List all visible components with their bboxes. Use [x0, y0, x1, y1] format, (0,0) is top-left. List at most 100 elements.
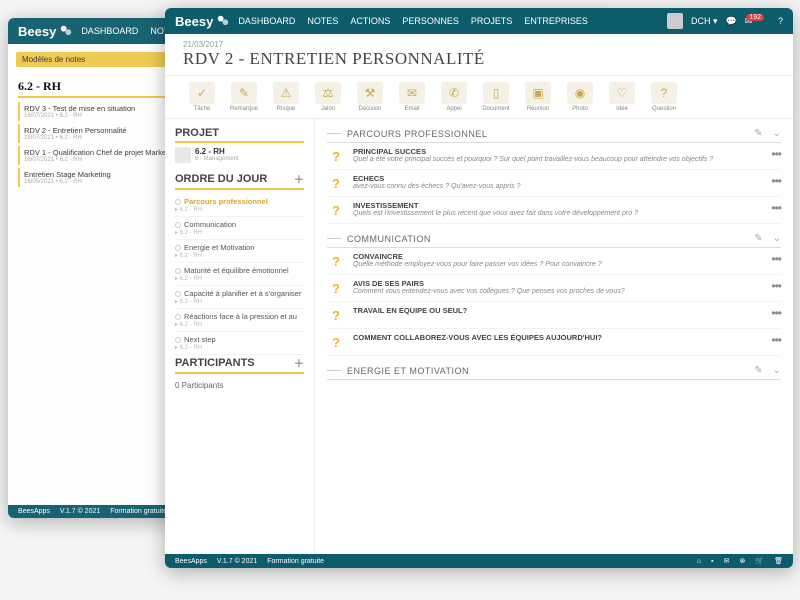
section-header: PARCOURS PROFESSIONNEL✎⌄ [327, 125, 781, 143]
add-agenda-icon[interactable]: ＋ [294, 171, 304, 186]
nav-notes[interactable]: NOTES [307, 16, 338, 26]
footer-close-icon[interactable]: ⊗ [740, 557, 746, 565]
section: COMMUNICATION✎⌄?CONVAINCREQuelle méthode… [327, 230, 781, 356]
section: PARCOURS PROFESSIONNEL✎⌄?PRINCIPAL SUCCE… [327, 125, 781, 224]
ordre-heading: ORDRE DU JOUR＋ [175, 171, 304, 190]
sidebar: PROJET 6.2 - RH6 - Management ORDRE DU J… [165, 119, 315, 554]
tool-document[interactable]: ▯Document [477, 82, 515, 112]
notification-badge: 192 [746, 14, 764, 21]
participants-heading: PARTICIPANTS＋ [175, 355, 304, 374]
nav-entreprises[interactable]: ENTREPRISES [524, 16, 588, 26]
tool-email[interactable]: ✉Email [393, 82, 431, 112]
footer-trial[interactable]: Formation gratuite [110, 508, 167, 515]
more-icon[interactable]: ••• [771, 174, 781, 188]
section-header: ENERGIE ET MOTIVATION✎⌄ [327, 362, 781, 380]
idée-icon: ♡ [609, 82, 635, 104]
projet-heading: PROJET [175, 127, 304, 143]
more-icon[interactable]: ••• [771, 147, 781, 161]
nav-dashboard[interactable]: DASHBOARD [238, 16, 295, 26]
agenda-item[interactable]: Parcours professionnel▸ 6.2 - RH [175, 194, 304, 217]
chevron-down-icon[interactable]: ⌄ [773, 365, 781, 376]
footer-trash-icon[interactable]: 🗑 [774, 557, 783, 565]
logo-icon [59, 24, 73, 38]
logo-icon [216, 14, 230, 28]
logo[interactable]: Beesy [175, 14, 230, 29]
décision-icon: ⚒ [357, 82, 383, 104]
note-date: 21/03/2017 [183, 40, 775, 49]
project-icon [175, 147, 191, 163]
tool-idée[interactable]: ♡Idée [603, 82, 641, 112]
user-name[interactable]: DCH ▾ [691, 16, 718, 27]
appel-icon: ✆ [441, 82, 467, 104]
mail-icon[interactable]: ✉192 [745, 16, 770, 27]
question-icon: ? [327, 306, 345, 324]
nav-actions[interactable]: ACTIONS [350, 16, 390, 26]
more-icon[interactable]: ••• [771, 279, 781, 293]
tool-photo[interactable]: ◉Photo [561, 82, 599, 112]
more-icon[interactable]: ••• [771, 201, 781, 215]
question-row[interactable]: ?CONVAINCREQuelle méthode employez-vous … [327, 248, 781, 275]
more-icon[interactable]: ••• [771, 306, 781, 320]
agenda-item[interactable]: Energie et Motivation▸ 6.2 - RH [175, 240, 304, 263]
chevron-down-icon[interactable]: ⌄ [773, 128, 781, 139]
add-participant-icon[interactable]: ＋ [294, 355, 304, 370]
question-row[interactable]: ?INVESTISSEMENTQuels est l'investissemen… [327, 197, 781, 224]
footer-trial[interactable]: Formation gratuite [267, 558, 324, 565]
avatar[interactable] [667, 13, 683, 29]
nav-dashboard[interactable]: DASHBOARD [81, 26, 138, 36]
question-row[interactable]: ?PRINCIPAL SUCCESQuel a été votre princi… [327, 143, 781, 170]
tâche-icon: ✓ [189, 82, 215, 104]
question-icon: ? [327, 174, 345, 192]
help-icon[interactable]: ? [778, 16, 783, 26]
tool-risque[interactable]: ⚠Risque [267, 82, 305, 112]
main-window: Beesy DASHBOARD NOTES ACTIONS PERSONNES … [165, 8, 793, 568]
question-row[interactable]: ?ECHECSavez-vous connu des échecs ? Qu'a… [327, 170, 781, 197]
footer-cart-icon[interactable]: 🛒 [755, 557, 764, 565]
question-icon: ? [327, 201, 345, 219]
nav-personnes[interactable]: PERSONNES [402, 16, 459, 26]
more-icon[interactable]: ••• [771, 333, 781, 347]
question-row[interactable]: ?TRAVAIL EN EQUIPE ou SEUL?••• [327, 302, 781, 329]
footer-mail-icon[interactable]: ✉ [724, 557, 730, 565]
more-icon[interactable]: ••• [771, 252, 781, 266]
footer-app: BeesApps [175, 558, 207, 565]
footer-app: BeesApps [18, 508, 50, 515]
edit-icon[interactable]: ✎ [754, 128, 762, 139]
tool-tâche[interactable]: ✓Tâche [183, 82, 221, 112]
tool-appel[interactable]: ✆Appel [435, 82, 473, 112]
footer-save-icon[interactable]: ▪ [711, 558, 713, 565]
jalon-icon: ⚖ [315, 82, 341, 104]
question-icon: ? [327, 252, 345, 270]
réunion-icon: ▣ [525, 82, 551, 104]
main-nav: DASHBOARD NOTES ACTIONS PERSONNES PROJET… [238, 16, 588, 26]
remarque-icon: ✎ [231, 82, 257, 104]
tool-décision[interactable]: ⚒Décision [351, 82, 389, 112]
question-row[interactable]: ?AVIS DE SES PAIRSComment vous entendez-… [327, 275, 781, 302]
question-row[interactable]: ?Comment COLLABOREZ-vous avec les équipe… [327, 329, 781, 356]
nav-projets[interactable]: PROJETS [471, 16, 513, 26]
agenda-item[interactable]: Réactions face à la pression et au▸ 6.2 … [175, 309, 304, 332]
email-icon: ✉ [399, 82, 425, 104]
topbar: Beesy DASHBOARD NOTES ACTIONS PERSONNES … [165, 8, 793, 34]
tool-réunion[interactable]: ▣Réunion [519, 82, 557, 112]
edit-icon[interactable]: ✎ [754, 365, 762, 376]
footer: BeesApps V.1.7 © 2021 Formation gratuite… [165, 554, 793, 568]
edit-icon[interactable]: ✎ [754, 233, 762, 244]
question-icon: ? [327, 147, 345, 165]
footer-version: V.1.7 © 2021 [217, 558, 257, 565]
document-icon: ▯ [483, 82, 509, 104]
chat-icon[interactable]: 💬 [726, 16, 737, 27]
footer-home-icon[interactable]: ⌂ [697, 558, 701, 565]
project-item[interactable]: 6.2 - RH6 - Management [175, 147, 304, 163]
chevron-down-icon[interactable]: ⌄ [773, 233, 781, 244]
agenda-item[interactable]: Maturité et équilibre émotionnel▸ 6.2 - … [175, 263, 304, 286]
question-icon: ? [651, 82, 677, 104]
tool-question[interactable]: ?Question [645, 82, 683, 112]
logo[interactable]: Beesy [18, 24, 73, 39]
main-content: PARCOURS PROFESSIONNEL✎⌄?PRINCIPAL SUCCE… [315, 119, 793, 554]
agenda-item[interactable]: Capacité à planifier et à s'organiser▸ 6… [175, 286, 304, 309]
agenda-item[interactable]: Communication▸ 6.2 - RH [175, 217, 304, 240]
agenda-item[interactable]: Next step▸ 6.2 - RH [175, 332, 304, 355]
tool-jalon[interactable]: ⚖Jalon [309, 82, 347, 112]
tool-remarque[interactable]: ✎Remarque [225, 82, 263, 112]
